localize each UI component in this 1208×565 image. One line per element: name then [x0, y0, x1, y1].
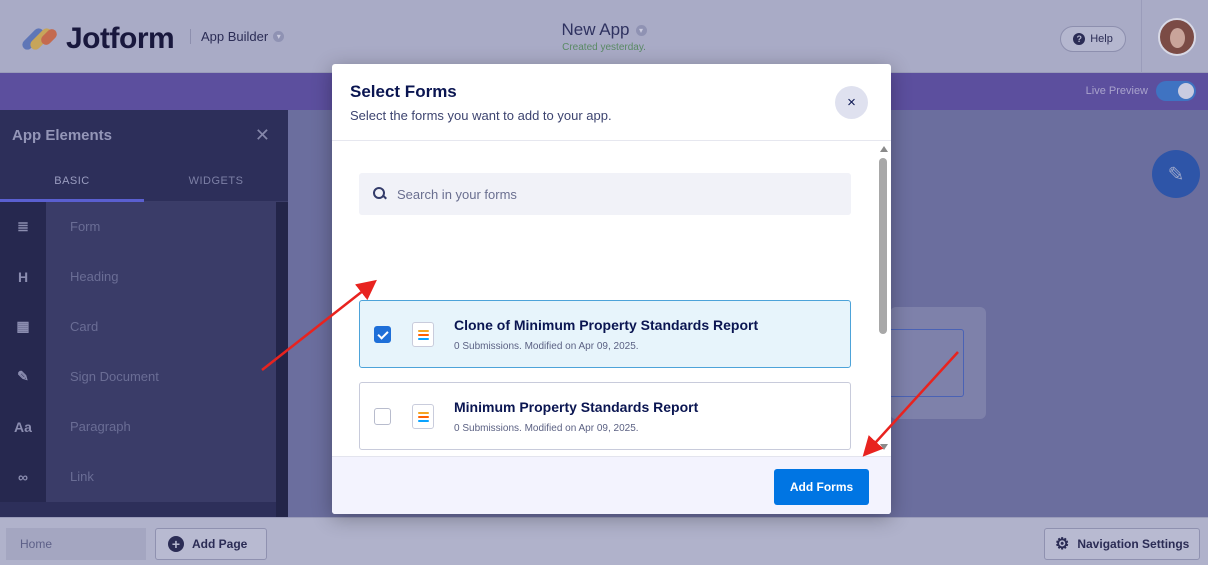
gear-icon: ⚙ [1055, 536, 1070, 553]
modal-title: Select Forms [350, 82, 457, 101]
navigation-settings-label: Navigation Settings [1077, 537, 1190, 551]
sidebar-item-card[interactable]: ▦ Card [0, 301, 288, 352]
add-page-button[interactable]: + Add Page [155, 528, 267, 560]
form-icon [412, 404, 434, 429]
live-preview-label: Live Preview [1085, 85, 1148, 97]
app-subtitle: Created yesterday. [562, 42, 646, 53]
search-box[interactable] [359, 173, 851, 215]
modal-header: Select Forms Select the forms you want t… [332, 64, 891, 141]
sidebar-item-sign-document[interactable]: ✎ Sign Document [0, 351, 288, 402]
sidebar-item-paragraph[interactable]: Aa Paragraph [0, 401, 288, 452]
live-preview: Live Preview [1086, 81, 1196, 101]
scroll-down-arrow[interactable] [880, 444, 888, 450]
sidebar-item-link[interactable]: ∞ Link [0, 451, 288, 502]
form-checkbox[interactable] [374, 408, 391, 425]
link-icon: ∞ [0, 451, 46, 502]
paint-brush-icon: ✎ [1167, 163, 1185, 186]
add-page-label: Add Page [192, 537, 248, 551]
sidebar-item-label: Sign Document [46, 351, 288, 402]
account-area [1141, 0, 1208, 73]
app-title-text: New App [561, 20, 630, 39]
scroll-thumb[interactable] [879, 158, 887, 334]
app-title-area: New App ▾ Created yesterday. [0, 20, 1208, 53]
form-meta: 0 Submissions. Modified on Apr 09, 2025. [454, 423, 639, 434]
sign-document-icon: ✎ [0, 351, 46, 402]
help-button[interactable]: ? Help [1060, 26, 1126, 52]
page-tab-home[interactable]: Home [6, 528, 146, 560]
tab-widgets[interactable]: WIDGETS [144, 160, 288, 201]
navigation-settings-button[interactable]: ⚙ Navigation Settings [1044, 528, 1200, 560]
app-elements-sidebar: App Elements ✕ BASIC WIDGETS ≣ Form H He… [0, 110, 288, 517]
live-preview-toggle[interactable] [1156, 81, 1196, 101]
close-button[interactable]: × [835, 86, 868, 119]
form-name: Minimum Property Standards Report [454, 399, 699, 415]
sidebar-item-form[interactable]: ≣ Form [0, 201, 288, 252]
sidebar-item-label: Link [46, 451, 288, 502]
modal-footer: Add Forms [332, 456, 891, 514]
help-label: Help [1090, 33, 1113, 45]
canvas-element-outline [890, 329, 964, 397]
paint-brush-button[interactable]: ✎ [1152, 150, 1200, 198]
form-icon [412, 322, 434, 347]
element-list: ≣ Form H Heading ▦ Card ✎ Sign Document … [0, 201, 288, 502]
sidebar-item-label: Form [46, 201, 288, 252]
app-title[interactable]: New App ▾ [561, 20, 647, 40]
tab-basic[interactable]: BASIC [0, 160, 144, 202]
top-bar: Jotform App Builder ▾ New App ▾ Created … [0, 0, 1208, 73]
sidebar-tabs: BASIC WIDGETS [0, 160, 288, 202]
paragraph-icon: Aa [0, 401, 46, 452]
sidebar-header: App Elements ✕ [0, 110, 288, 160]
heading-icon: H [0, 251, 46, 302]
sidebar-item-label: Card [46, 301, 288, 352]
form-list-item[interactable]: Minimum Property Standards Report 0 Subm… [359, 382, 851, 450]
select-forms-modal: Select Forms Select the forms you want t… [332, 64, 891, 514]
modal-body: Clone of Minimum Property Standards Repo… [332, 142, 891, 456]
close-icon[interactable]: ✕ [255, 125, 270, 146]
sidebar-title: App Elements [12, 126, 113, 144]
modal-subtitle: Select the forms you want to add to your… [350, 108, 612, 123]
form-meta: 0 Submissions. Modified on Apr 09, 2025. [454, 341, 639, 352]
search-input[interactable] [397, 186, 817, 202]
card-icon: ▦ [0, 301, 46, 352]
sidebar-item-heading[interactable]: H Heading [0, 251, 288, 302]
sidebar-item-label: Paragraph [46, 401, 288, 452]
plus-icon: + [168, 536, 184, 552]
avatar[interactable] [1158, 18, 1196, 56]
form-name: Clone of Minimum Property Standards Repo… [454, 317, 759, 333]
form-icon: ≣ [0, 201, 46, 252]
close-icon: × [847, 94, 856, 111]
modal-scrollbar[interactable] [876, 142, 891, 456]
sidebar-item-label: Heading [46, 251, 288, 302]
form-checkbox[interactable] [374, 326, 391, 343]
chevron-down-icon: ▾ [635, 24, 647, 36]
sidebar-scrollbar[interactable] [276, 202, 288, 517]
add-forms-button[interactable]: Add Forms [774, 469, 869, 505]
scroll-up-arrow[interactable] [880, 146, 888, 152]
question-icon: ? [1073, 33, 1086, 45]
search-icon [373, 187, 387, 201]
bottom-bar: Home + Add Page ⚙ Navigation Settings [0, 517, 1208, 565]
form-list-item[interactable]: Clone of Minimum Property Standards Repo… [359, 300, 851, 368]
